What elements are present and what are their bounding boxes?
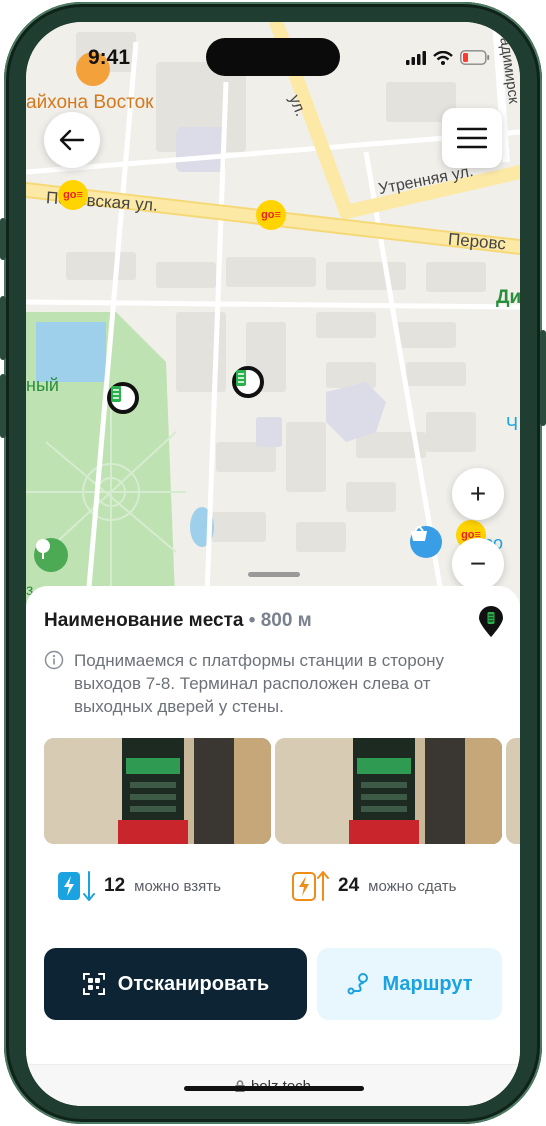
phone-volume-down-button <box>0 374 6 438</box>
menu-button[interactable] <box>442 108 502 168</box>
station-marker-icon[interactable] <box>232 366 264 398</box>
bolt-down-icon <box>58 871 95 901</box>
qr-scan-icon <box>82 973 105 995</box>
phone-volume-up-button <box>0 296 6 360</box>
dynamic-island <box>206 38 340 76</box>
status-icons <box>406 50 490 65</box>
zoom-in-button[interactable]: + <box>452 468 504 520</box>
route-button-label: Маршрут <box>382 972 473 995</box>
station-photo[interactable] <box>506 738 520 844</box>
station-bottom-sheet[interactable]: Наименование места • 800 м Поднимаемся с… <box>26 586 520 1106</box>
battery-low-icon <box>460 50 490 65</box>
phone-action-button <box>0 218 6 260</box>
station-photo[interactable] <box>44 738 271 844</box>
wifi-icon <box>433 50 453 65</box>
map-label-poi: Ч <box>506 414 518 434</box>
station-photo[interactable] <box>275 738 502 844</box>
sheet-drag-handle[interactable] <box>248 572 300 577</box>
park-tree-icon <box>34 538 68 572</box>
zoom-out-button[interactable]: − <box>452 538 504 590</box>
station-pin-icon <box>478 606 504 643</box>
place-title: Наименование места • 800 м <box>44 610 312 632</box>
place-description: Поднимаемся с платформы станции в сторон… <box>74 651 445 716</box>
bolt-up-icon <box>292 871 329 901</box>
take-count-label: можно взять <box>134 877 221 895</box>
take-count-value: 12 <box>104 875 126 896</box>
availability-counts: 12 можно взять 24 можно сдать <box>58 868 498 906</box>
go-stop-icon[interactable]: go≡ <box>256 200 286 230</box>
phone-power-button <box>540 330 546 426</box>
give-count-value: 24 <box>338 875 360 896</box>
station-marker-icon[interactable] <box>107 382 139 414</box>
info-icon <box>44 650 64 675</box>
status-time: 9:41 <box>88 46 131 69</box>
place-distance: 800 м <box>260 610 312 631</box>
take-count: 12 можно взять <box>58 868 221 904</box>
route-button[interactable]: Маршрут <box>317 948 502 1020</box>
cellular-signal-icon <box>406 50 426 65</box>
give-count-label: можно сдать <box>368 877 457 895</box>
route-icon <box>347 973 369 995</box>
title-separator: • <box>248 610 256 631</box>
scan-button-label: Отсканировать <box>117 972 270 995</box>
map-label-park: ный <box>26 375 59 395</box>
place-name: Наименование места <box>44 610 244 631</box>
map-label-cafe: айхона Восток <box>26 92 154 113</box>
photo-carousel[interactable] <box>44 738 520 846</box>
phone-screen: айхона Восток Перовская ул. Перовс Утрен… <box>26 22 520 1106</box>
home-indicator <box>184 1086 364 1091</box>
back-button[interactable] <box>44 112 100 168</box>
go-stop-icon[interactable]: go≡ <box>58 180 88 210</box>
shopping-basket-icon <box>410 526 442 558</box>
hamburger-menu-icon <box>457 127 487 149</box>
arrow-left-icon <box>59 129 85 151</box>
give-count: 24 можно сдать <box>292 868 456 904</box>
map-label-district: Ди <box>496 287 520 308</box>
scan-button[interactable]: Отсканировать <box>44 948 307 1020</box>
